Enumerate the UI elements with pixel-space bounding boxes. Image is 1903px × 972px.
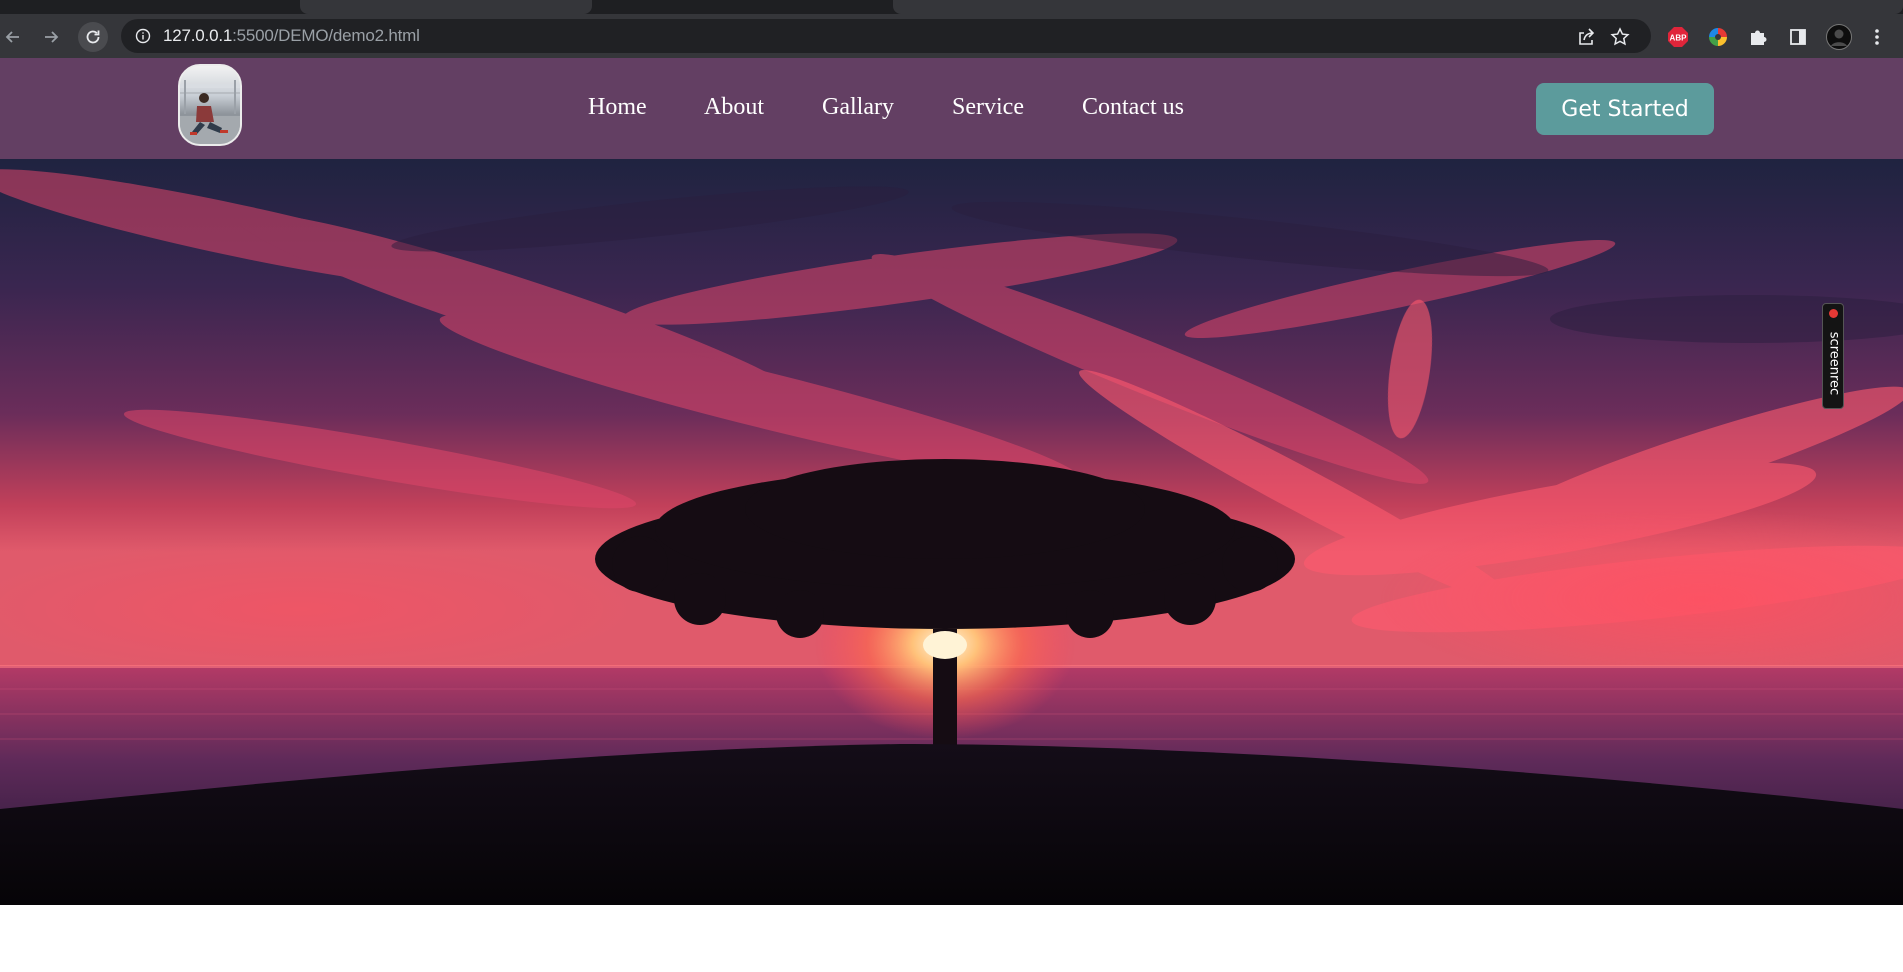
record-dot-icon [1829,309,1838,318]
menu-kebab-icon [1875,29,1879,45]
get-started-button[interactable]: Get Started [1536,83,1714,135]
profile-avatar [1826,24,1852,50]
browser-tab-active[interactable] [893,0,1903,14]
url-text: 127.0.0.1:5500/DEMO/demo2.html [163,26,420,46]
browser-toolbar: 127.0.0.1:5500/DEMO/demo2.html ABP [0,14,1903,58]
nav-home-link[interactable]: Home [588,94,647,121]
nav-about-link[interactable]: About [704,94,764,121]
logo-avatar[interactable] [178,64,242,146]
hero-sunset-tree-image [0,159,1903,905]
site-info-icon[interactable] [135,28,151,44]
side-panel-button[interactable] [1785,24,1811,50]
reload-icon [86,30,100,44]
adblock-extension-icon: ABP [1668,27,1688,47]
hero-banner: screenrec [0,159,1903,905]
url-host: 127.0.0.1 [163,26,233,45]
back-button[interactable] [0,22,28,52]
address-bar[interactable]: 127.0.0.1:5500/DEMO/demo2.html [121,19,1651,53]
screenrec-widget[interactable]: screenrec [1822,303,1844,409]
color-picker-extension-icon [1709,28,1727,46]
nav-service-link[interactable]: Service [952,94,1024,121]
reload-button[interactable] [78,22,108,52]
color-extension-button[interactable] [1705,24,1731,50]
screenrec-label: screenrec [1826,331,1842,396]
profile-button[interactable] [1826,24,1852,50]
browser-tab[interactable] [300,0,592,14]
nav-gallary-link[interactable]: Gallary [822,94,894,121]
url-path: :5500/DEMO/demo2.html [232,26,420,45]
forward-button[interactable] [36,22,66,52]
tab-strip [0,0,1903,14]
adblock-extension-button[interactable]: ABP [1665,24,1691,50]
back-icon [5,31,19,43]
extensions-button[interactable] [1745,24,1771,50]
side-panel-icon [1790,29,1806,45]
bookmark-star-icon[interactable] [1610,27,1630,47]
share-icon[interactable] [1576,27,1596,47]
nav-contact-link[interactable]: Contact us [1082,94,1184,121]
site-header: Home About Gallary Service Contact us Ge… [0,58,1903,159]
browser-menu-button[interactable] [1864,24,1890,50]
extensions-puzzle-icon [1751,30,1767,45]
forward-icon [45,31,59,43]
svg-text:ABP: ABP [1670,34,1688,43]
logo-photo [180,80,240,144]
